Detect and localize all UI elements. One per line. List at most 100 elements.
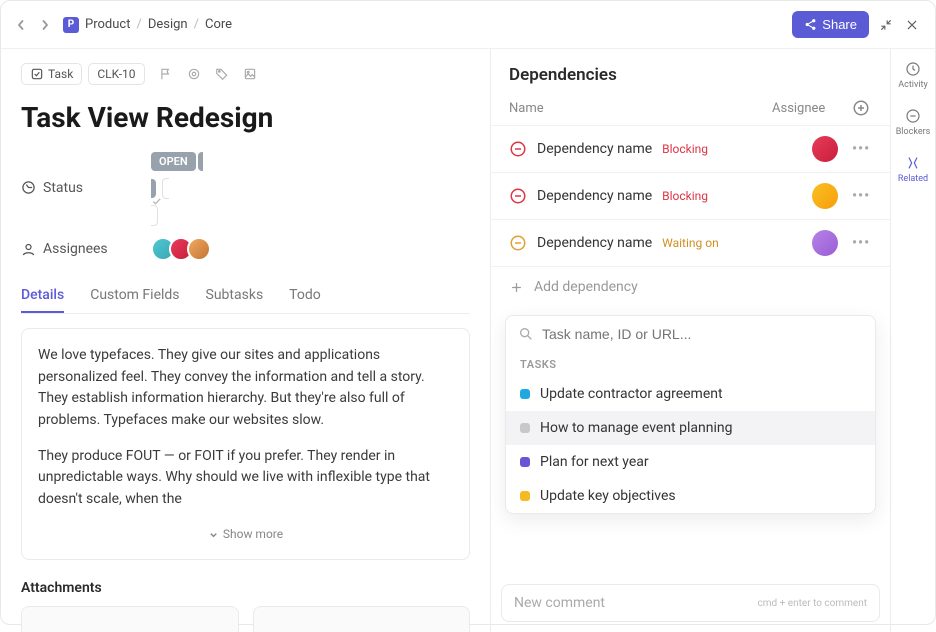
close-icon — [905, 18, 919, 32]
related-icon — [905, 155, 921, 171]
breadcrumb-sep: / — [136, 17, 141, 32]
task-chip-label: Task — [48, 67, 73, 81]
dependency-tag: Waiting on — [662, 236, 719, 250]
task-color-dot — [520, 491, 530, 501]
tab-custom-fields[interactable]: Custom Fields — [90, 279, 179, 313]
flag-button[interactable] — [159, 67, 173, 81]
description-paragraph: They produce FOUT — or FOIT if you prefe… — [38, 446, 453, 511]
waiting-icon — [509, 234, 527, 252]
blockers-icon — [905, 108, 921, 124]
status-complete-button[interactable] — [151, 178, 203, 226]
status-row: Status OPEN — [21, 152, 470, 223]
right-rail: Activity Blockers Related — [890, 49, 935, 632]
more-button[interactable]: ••• — [848, 141, 872, 157]
flag-icon — [159, 67, 173, 81]
breadcrumb-item[interactable]: Product — [85, 17, 130, 32]
avatar[interactable] — [812, 136, 838, 162]
new-comment-input[interactable]: New comment cmd + enter to comment — [501, 584, 880, 622]
avatar[interactable] — [187, 237, 211, 261]
task-color-dot — [520, 423, 530, 433]
dependency-tag: Blocking — [662, 142, 708, 156]
col-name: Name — [509, 101, 772, 116]
plus-icon — [509, 280, 524, 295]
task-title[interactable]: Task View Redesign — [21, 101, 470, 134]
back-button[interactable] — [15, 19, 31, 31]
more-button[interactable]: ••• — [848, 235, 872, 251]
task-chip[interactable]: Task — [21, 63, 82, 85]
rail-label: Blockers — [896, 127, 931, 137]
task-id-chip[interactable]: CLK-10 — [88, 63, 144, 85]
target-icon — [187, 67, 201, 81]
assignees-row: Assignees — [21, 237, 470, 261]
chevron-right-icon — [39, 19, 51, 31]
tab-todo[interactable]: Todo — [289, 279, 321, 313]
task-suggestion[interactable]: Update key objectives — [506, 479, 875, 513]
comment-placeholder: New comment — [514, 595, 605, 611]
forward-button[interactable] — [39, 19, 55, 31]
dependency-tag: Blocking — [662, 189, 708, 203]
description-paragraph: We love typefaces. They give our sites a… — [38, 345, 453, 432]
tag-button[interactable] — [215, 67, 229, 81]
col-assignee: Assignee — [772, 101, 852, 116]
breadcrumb-sep: / — [194, 17, 199, 32]
rail-label: Related — [898, 174, 928, 184]
task-suggestion[interactable]: Plan for next year — [506, 445, 875, 479]
breadcrumb-item[interactable]: Design — [148, 17, 188, 32]
collapse-icon — [879, 18, 893, 32]
close-button[interactable] — [903, 16, 921, 34]
image-button[interactable] — [243, 67, 257, 81]
comment-hint: cmd + enter to comment — [758, 598, 867, 609]
rail-activity[interactable]: Activity — [898, 61, 927, 90]
project-icon: P — [63, 17, 79, 33]
image-icon — [243, 67, 257, 81]
topbar: P Product / Design / Core Share — [1, 1, 935, 49]
person-icon — [21, 242, 36, 257]
attachment-placeholder[interactable] — [253, 606, 471, 632]
avatar[interactable] — [812, 183, 838, 209]
plus-circle-icon — [852, 99, 870, 117]
task-suggestion[interactable]: Update contractor agreement — [506, 377, 875, 411]
task-icon — [30, 67, 44, 81]
task-chips: Task CLK-10 — [21, 63, 470, 85]
blocking-icon — [509, 140, 527, 158]
task-suggestion-label: Update key objectives — [540, 488, 676, 504]
attachment-placeholder[interactable] — [21, 606, 239, 632]
dependencies-title: Dependencies — [509, 65, 872, 85]
add-dependency-label: Add dependency — [534, 279, 638, 295]
breadcrumb-item[interactable]: Core — [205, 17, 232, 32]
tab-subtasks[interactable]: Subtasks — [206, 279, 264, 313]
dependency-row[interactable]: Dependency name Waiting on ••• — [491, 219, 890, 266]
rail-related[interactable]: Related — [898, 155, 928, 184]
chevron-down-icon — [208, 529, 219, 540]
dependency-name: Dependency name — [537, 235, 652, 251]
task-suggestion-label: How to manage event planning — [540, 420, 732, 436]
blocking-icon — [509, 187, 527, 205]
add-column-button[interactable] — [852, 99, 872, 117]
target-button[interactable] — [187, 67, 201, 81]
collapse-button[interactable] — [877, 16, 895, 34]
share-label: Share — [822, 17, 857, 32]
chevron-left-icon — [15, 19, 27, 31]
task-search-panel: TASKS Update contractor agreement How to… — [505, 315, 876, 514]
task-suggestion[interactable]: How to manage event planning — [506, 411, 875, 445]
dependency-name: Dependency name — [537, 141, 652, 157]
add-dependency-button[interactable]: Add dependency — [491, 266, 890, 307]
nav-arrows — [15, 19, 55, 31]
tab-details[interactable]: Details — [21, 279, 64, 313]
assignees-label: Assignees — [43, 241, 108, 257]
attachments-grid — [21, 606, 470, 632]
more-button[interactable]: ••• — [848, 188, 872, 204]
dependency-row[interactable]: Dependency name Blocking ••• — [491, 172, 890, 219]
dependency-row[interactable]: Dependency name Blocking ••• — [491, 125, 890, 172]
description-box[interactable]: We love typefaces. They give our sites a… — [21, 328, 470, 560]
search-input[interactable] — [542, 326, 863, 342]
assignee-avatars[interactable] — [151, 237, 211, 261]
share-button[interactable]: Share — [792, 11, 869, 38]
status-badge[interactable]: OPEN — [151, 152, 196, 171]
avatar[interactable] — [812, 230, 838, 256]
rail-blockers[interactable]: Blockers — [896, 108, 931, 137]
task-suggestion-label: Plan for next year — [540, 454, 649, 470]
breadcrumb[interactable]: P Product / Design / Core — [63, 17, 232, 33]
dependencies-panel: Dependencies Name Assignee Dependency na… — [490, 49, 890, 632]
rail-label: Activity — [898, 80, 927, 90]
